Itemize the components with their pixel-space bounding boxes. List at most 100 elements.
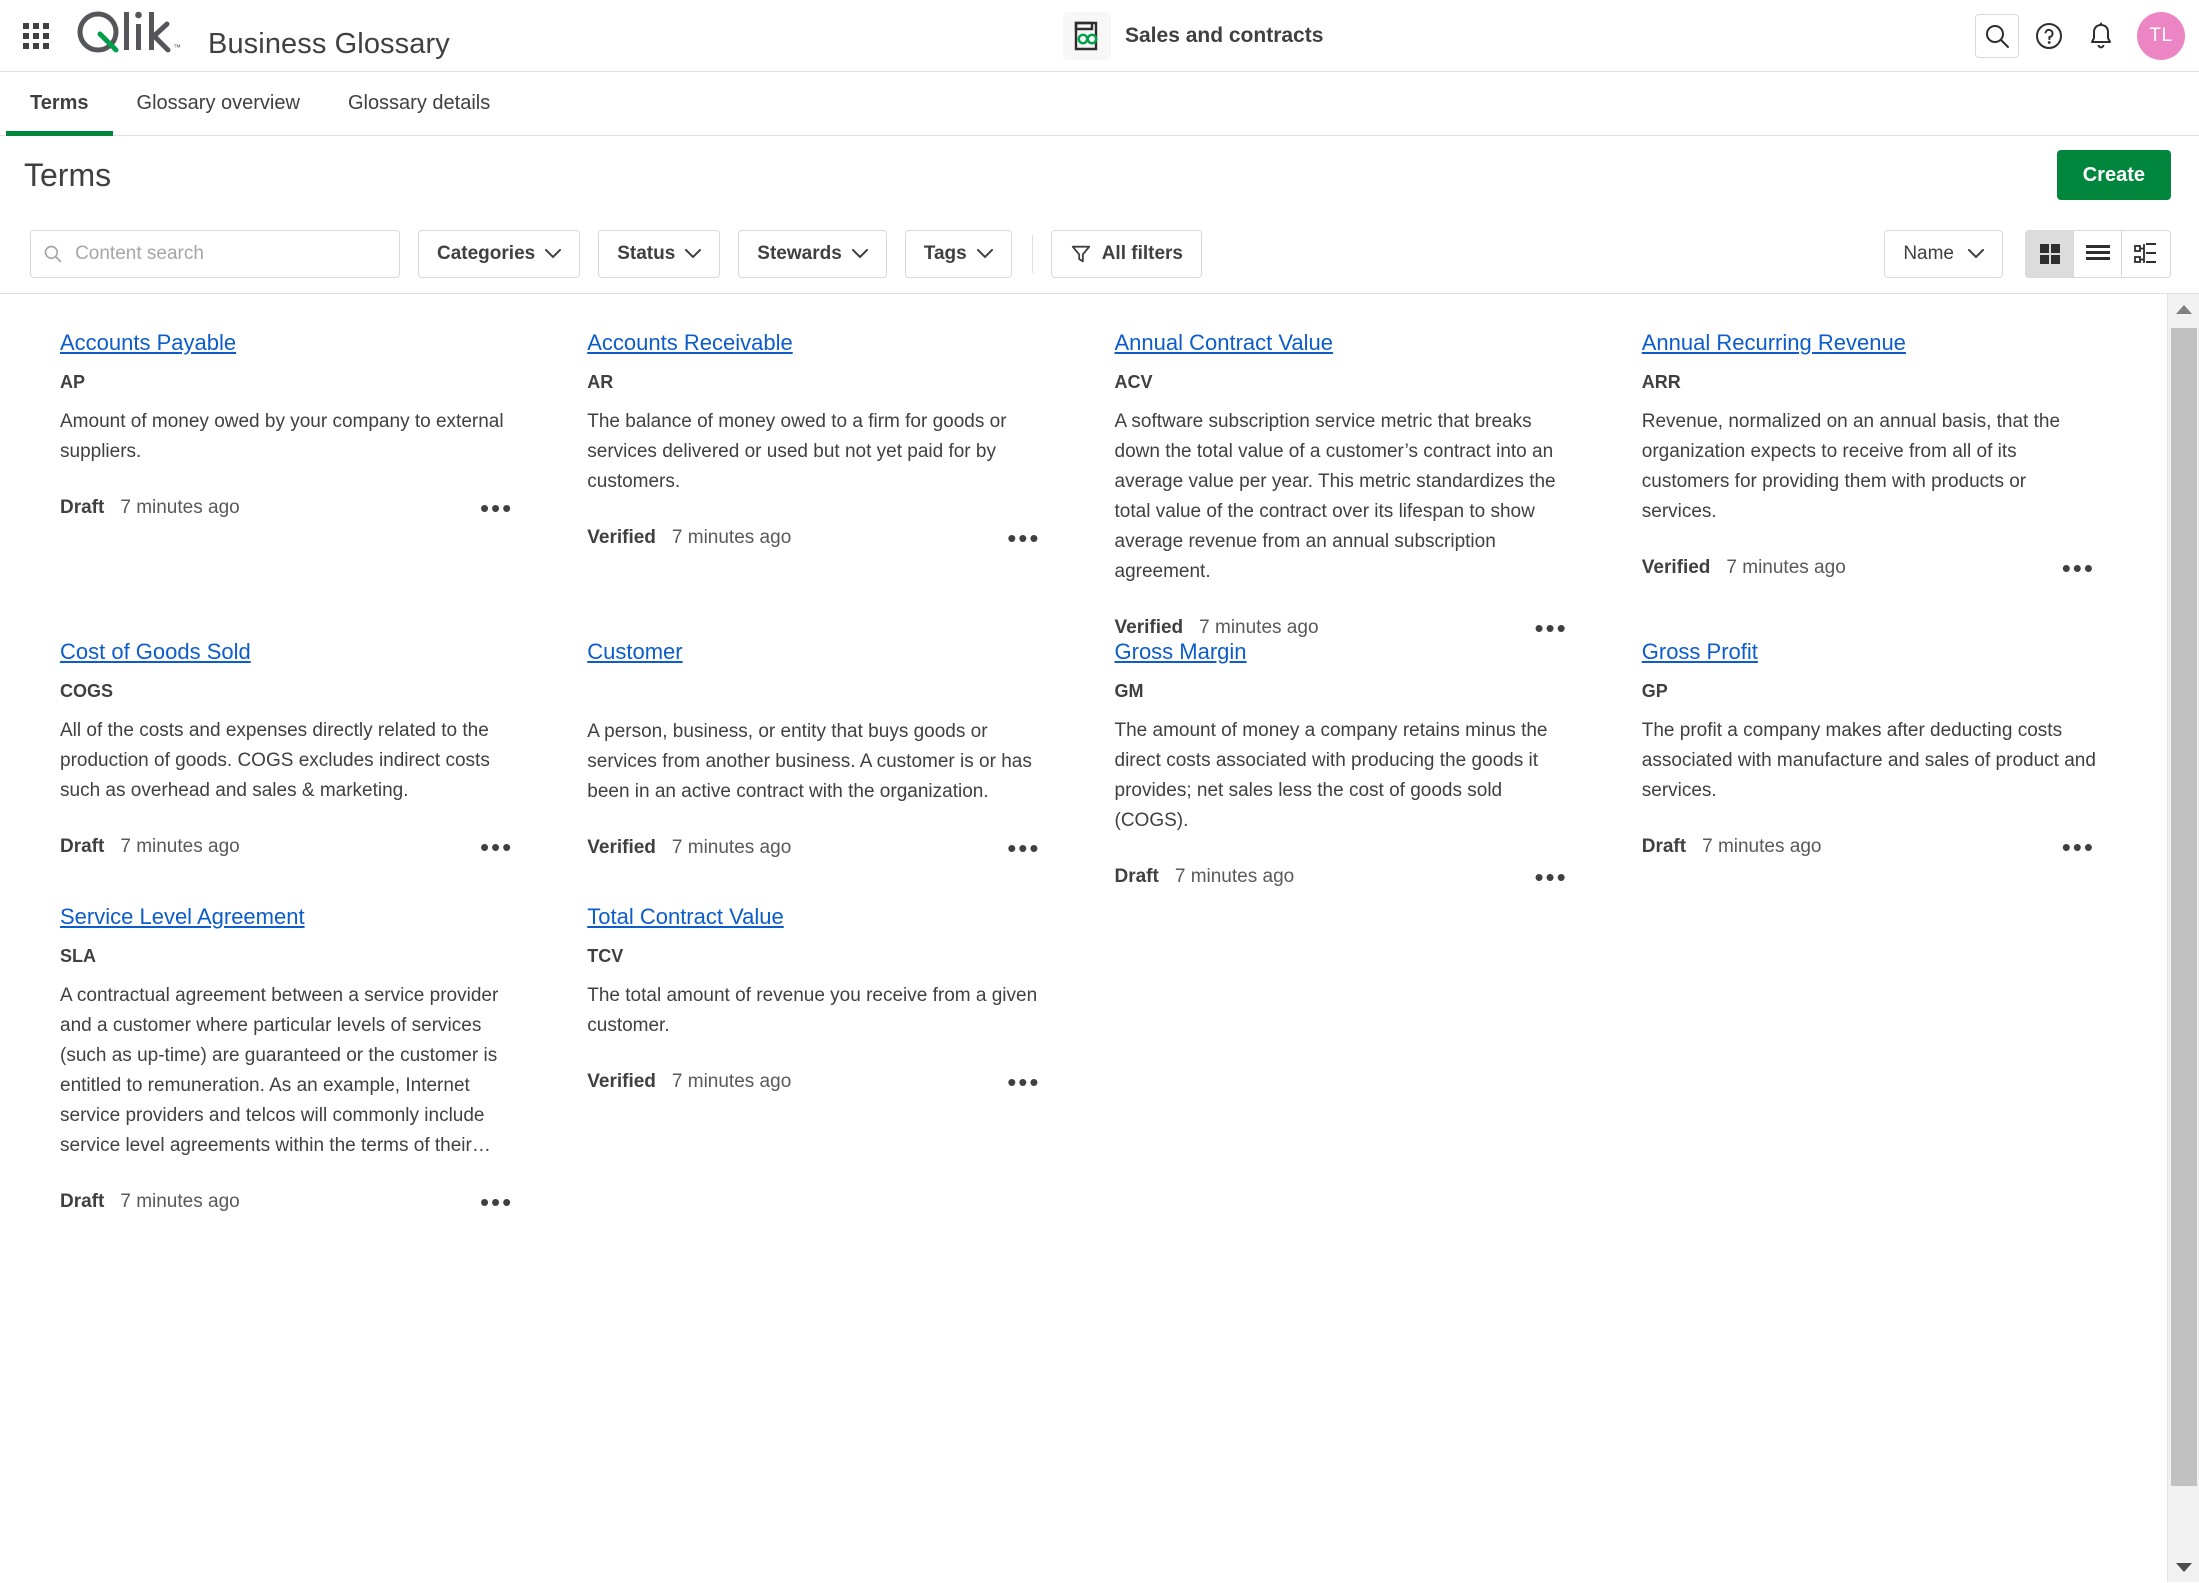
term-card[interactable]: Accounts Receivable AR The balance of mo…	[557, 330, 1084, 551]
term-card-footer: Draft 7 minutes ago •••	[60, 1189, 517, 1215]
help-button[interactable]	[2027, 14, 2071, 58]
term-more-menu-button[interactable]: •••	[2058, 555, 2099, 581]
term-more-menu-button[interactable]: •••	[1003, 1069, 1044, 1095]
term-description: The profit a company makes after deducti…	[1641, 720, 2096, 801]
term-more-menu-button[interactable]: •••	[476, 834, 517, 860]
term-more-menu-button[interactable]: •••	[1003, 835, 1044, 861]
term-card-footer: Draft 7 minutes ago •••	[1114, 864, 1572, 890]
filter-toolbar: Categories Status Stewards Tags All filt…	[0, 214, 2199, 294]
toolbar-divider	[1031, 234, 1033, 273]
all-filters-button[interactable]: All filters	[1050, 229, 1203, 278]
status-badge: Draft	[60, 497, 105, 518]
scrollbar-thumb[interactable]	[2171, 328, 2197, 1486]
filter-tags-button[interactable]: Tags	[904, 229, 1012, 278]
term-timestamp: 7 minutes ago	[120, 1191, 240, 1212]
term-title-link[interactable]: Service Level Agreement	[60, 904, 305, 930]
term-timestamp: 7 minutes ago	[671, 837, 792, 858]
term-abbreviation: AR	[587, 372, 614, 392]
term-abbreviation: SLA	[60, 946, 96, 966]
term-title-link[interactable]: Cost of Goods Sold	[60, 639, 251, 665]
tab-terms[interactable]: Terms	[6, 72, 113, 136]
vertical-scrollbar[interactable]	[2167, 294, 2199, 1582]
term-title-link[interactable]: Gross Margin	[1115, 639, 1247, 665]
term-more-menu-button[interactable]: •••	[476, 495, 517, 521]
term-card[interactable]: Service Level Agreement SLA A contractua…	[30, 904, 557, 1215]
app-title: Business Glossary	[208, 27, 450, 60]
term-card[interactable]: Cost of Goods Sold COGS All of the costs…	[30, 639, 557, 860]
term-title-link[interactable]: Gross Profit	[1642, 639, 1758, 665]
term-card-footer: Verified 7 minutes ago •••	[1115, 615, 1572, 641]
term-description: All of the costs and expenses directly r…	[60, 720, 490, 801]
term-card[interactable]: Accounts Payable AP Amount of money owed…	[30, 330, 557, 521]
filter-categories-button[interactable]: Categories	[418, 229, 581, 278]
term-card[interactable]: Customer A person, business, or entity t…	[557, 639, 1084, 861]
term-card[interactable]: Total Contract Value TCV The total amoun…	[557, 904, 1084, 1095]
grid-view-button[interactable]	[2026, 230, 2074, 277]
all-filters-label: All filters	[1101, 242, 1184, 264]
chevron-down-icon	[685, 248, 702, 258]
term-title-link[interactable]: Annual Contract Value	[1115, 330, 1334, 356]
tab-glossary-overview[interactable]: Glossary overview	[113, 72, 324, 135]
term-abbreviation: ACV	[1114, 372, 1153, 392]
term-description: Revenue, normalized on an annual basis, …	[1641, 411, 2061, 522]
term-abbreviation: GP	[1641, 681, 1668, 701]
term-abbreviation	[587, 681, 1044, 703]
sort-select[interactable]: Name	[1884, 229, 2003, 278]
search-button[interactable]	[1975, 13, 2019, 58]
space-selector[interactable]: Sales and contracts	[1063, 11, 1324, 60]
tree-view-icon	[2134, 242, 2156, 263]
term-card-footer: Verified 7 minutes ago •••	[587, 1069, 1044, 1095]
search-icon	[44, 245, 62, 262]
brand[interactable]: ™ Business Glossary	[74, 8, 450, 64]
term-title-link[interactable]: Total Contract Value	[587, 904, 783, 930]
term-card[interactable]: Gross Margin GM The amount of money a co…	[1085, 639, 1612, 890]
notifications-button[interactable]	[2079, 14, 2123, 58]
status-badge: Draft	[1114, 866, 1159, 887]
term-title-link[interactable]: Accounts Receivable	[587, 330, 792, 356]
filter-status-label: Status	[617, 242, 676, 264]
term-abbreviation: GM	[1114, 681, 1144, 701]
term-card-footer: Draft 7 minutes ago •••	[60, 495, 517, 521]
term-more-menu-button[interactable]: •••	[2058, 834, 2099, 860]
status-badge: Draft	[60, 1191, 105, 1212]
term-title-link[interactable]: Accounts Payable	[60, 330, 236, 356]
status-badge: Verified	[587, 837, 656, 858]
app-launcher-grid-icon	[23, 22, 49, 49]
filter-stewards-button[interactable]: Stewards	[738, 229, 887, 278]
avatar[interactable]: TL	[2137, 11, 2185, 60]
search-field[interactable]	[30, 229, 400, 278]
term-title-link[interactable]: Customer	[587, 639, 682, 665]
term-timestamp: 7 minutes ago	[671, 527, 792, 548]
term-timestamp: 7 minutes ago	[1726, 557, 1846, 578]
search-input[interactable]	[73, 241, 387, 266]
term-more-menu-button[interactable]: •••	[1003, 525, 1044, 551]
term-more-menu-button[interactable]: •••	[476, 1189, 517, 1215]
term-title-link[interactable]: Annual Recurring Revenue	[1642, 330, 1906, 356]
view-toggle-group	[2025, 229, 2171, 278]
tree-view-button[interactable]	[2122, 230, 2170, 277]
term-more-menu-button[interactable]: •••	[1530, 615, 1571, 641]
svg-text:™: ™	[173, 43, 181, 52]
term-card[interactable]: Gross Profit GP The profit a company mak…	[1612, 639, 2139, 860]
page-header: Terms Create	[0, 136, 2199, 214]
term-more-menu-button[interactable]: •••	[1530, 864, 1571, 890]
create-button[interactable]: Create	[2056, 150, 2171, 200]
term-card-footer: Verified 7 minutes ago •••	[587, 525, 1044, 551]
term-card[interactable]: Annual Contract Value ACV A software sub…	[1085, 330, 1612, 641]
term-card-footer: Draft 7 minutes ago •••	[60, 834, 517, 860]
filter-status-button[interactable]: Status	[598, 229, 721, 278]
tab-glossary-details[interactable]: Glossary details	[324, 72, 514, 135]
term-card[interactable]: Annual Recurring Revenue ARR Revenue, no…	[1612, 330, 2139, 581]
term-description: A software subscription service metric t…	[1114, 411, 1556, 582]
scroll-down-button[interactable]	[2168, 1552, 2199, 1582]
term-card-footer: Verified 7 minutes ago •••	[1642, 555, 2099, 581]
scroll-up-button[interactable]	[2168, 294, 2199, 324]
status-badge: Draft	[1641, 836, 1687, 857]
app-launcher-button[interactable]	[14, 14, 58, 58]
term-abbreviation: TCV	[587, 946, 624, 966]
space-name: Sales and contracts	[1125, 23, 1324, 47]
grid-view-icon	[2039, 243, 2060, 264]
filter-stewards-label: Stewards	[757, 242, 842, 264]
status-badge: Verified	[587, 1071, 656, 1092]
list-view-button[interactable]	[2074, 230, 2122, 277]
